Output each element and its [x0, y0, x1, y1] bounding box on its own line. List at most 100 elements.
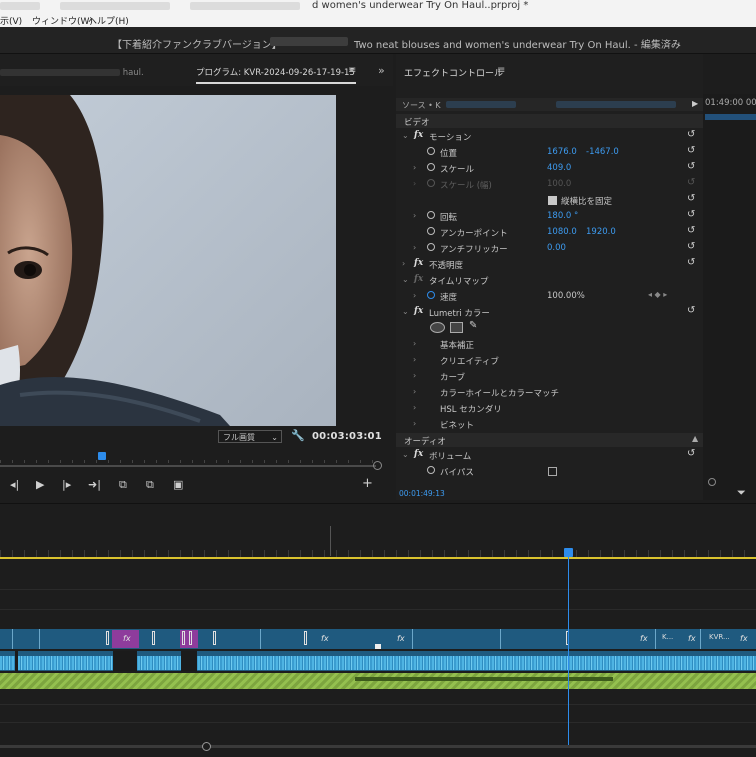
chevron-down-icon[interactable]: ⌄ — [402, 450, 409, 459]
param-bypass[interactable]: バイパス — [396, 464, 703, 480]
chevron-right-icon[interactable]: › — [413, 163, 416, 172]
chevron-right-icon[interactable]: › — [413, 243, 416, 252]
clip-marker[interactable] — [304, 631, 307, 645]
antiflicker-value[interactable]: 0.00 — [547, 243, 566, 253]
stopwatch-icon[interactable] — [427, 211, 435, 219]
tab-effect-controls[interactable]: エフェクトコントロール — [404, 66, 503, 79]
reset-icon[interactable]: ↺ — [687, 305, 695, 316]
param-speed[interactable]: › 速度 100.00% ◂ ◆ ▸ — [396, 289, 703, 305]
scale-value[interactable]: 409.0 — [547, 163, 571, 173]
playback-resolution-select[interactable]: フル画質 ⌄ — [218, 430, 282, 443]
effect-motion[interactable]: ⌄ fx モーション ↺ — [396, 129, 703, 145]
param-uniform-scale[interactable]: 縦横比を固定 ↺ — [396, 193, 703, 209]
timeline-panel[interactable]: fx fx fx fx fx fx K... KVR... — [0, 503, 756, 757]
reset-icon[interactable]: ↺ — [687, 161, 695, 172]
reset-icon[interactable]: ↺ — [687, 145, 695, 156]
uniform-scale-checkbox[interactable] — [548, 196, 557, 205]
stopwatch-icon[interactable] — [427, 147, 435, 155]
reset-icon[interactable]: ↺ — [687, 129, 695, 140]
fx-icon[interactable]: fx — [414, 130, 423, 140]
param-antiflicker[interactable]: › アンチフリッカー 0.00 ↺ — [396, 241, 703, 257]
step-forward-icon[interactable]: |▸ — [62, 478, 71, 491]
chevron-right-icon[interactable]: › — [413, 419, 416, 428]
reset-icon[interactable]: ↺ — [687, 448, 695, 459]
chevron-down-icon[interactable]: ⌄ — [402, 275, 409, 284]
effect-volume[interactable]: ⌄ fx ボリューム ↺ — [396, 448, 703, 464]
collapse-up-icon[interactable]: ▲ — [692, 434, 698, 443]
audio-track-green-clip[interactable] — [0, 673, 756, 689]
lumetri-color-wheels[interactable]: › カラーホイールとカラーマッチ — [396, 385, 703, 401]
reset-icon[interactable]: ↺ — [687, 257, 695, 268]
lumetri-hsl[interactable]: › HSL セカンダリ — [396, 401, 703, 417]
chevron-right-icon[interactable]: › — [413, 355, 416, 364]
chevron-right-icon[interactable]: › — [413, 211, 416, 220]
effect-opacity[interactable]: › fx 不透明度 ↺ — [396, 257, 703, 273]
lumetri-basic[interactable]: › 基本補正 — [396, 337, 703, 353]
chevron-right-icon[interactable]: › — [413, 291, 416, 300]
position-y-value[interactable]: -1467.0 — [586, 147, 619, 157]
param-anchor-point[interactable]: アンカーポイント 1080.0 1920.0 ↺ — [396, 225, 703, 241]
chevron-right-icon[interactable]: › — [413, 371, 416, 380]
clip-marker[interactable] — [182, 631, 185, 645]
menu-view[interactable]: 示(V) — [0, 14, 22, 27]
source-clip-bar[interactable]: ソース • K ▶ — [396, 98, 703, 111]
speed-value[interactable]: 100.00% — [547, 291, 585, 301]
fx-icon[interactable]: fx — [414, 306, 423, 316]
chevron-right-icon[interactable]: › — [413, 387, 416, 396]
position-x-value[interactable]: 1676.0 — [547, 147, 577, 157]
clip-marker[interactable] — [152, 631, 155, 645]
program-video-frame[interactable] — [0, 95, 336, 426]
reset-icon[interactable]: ↺ — [687, 241, 695, 252]
work-area-bar[interactable] — [0, 557, 756, 559]
lift-icon[interactable]: ⧉ — [119, 478, 127, 492]
program-timecode[interactable]: 00:03:03:01 — [312, 431, 382, 442]
scrubber-track[interactable] — [0, 465, 376, 467]
extract-icon[interactable]: ⧉ — [146, 478, 154, 492]
chevron-right-icon[interactable]: › — [413, 403, 416, 412]
clip-marker[interactable] — [213, 631, 216, 645]
stopwatch-icon[interactable] — [427, 163, 435, 171]
pen-mask-icon[interactable]: ✎ — [469, 320, 477, 331]
chevron-right-icon[interactable]: › — [402, 259, 405, 268]
effect-time-remapping[interactable]: ⌄ fx タイムリマップ — [396, 273, 703, 289]
go-to-out-icon[interactable]: ➜| — [88, 478, 101, 491]
keyframe-nav-icon[interactable]: ◂ ◆ ▸ — [648, 290, 667, 299]
rectangle-mask-icon[interactable] — [450, 322, 463, 333]
reset-icon[interactable]: ↺ — [687, 209, 695, 220]
ellipse-mask-icon[interactable] — [430, 322, 445, 333]
zoom-handle[interactable] — [708, 478, 716, 486]
fx-icon[interactable]: fx — [414, 449, 423, 459]
bypass-checkbox[interactable] — [548, 467, 557, 476]
param-rotation[interactable]: › 回転 180.0 ° ↺ — [396, 209, 703, 225]
chevron-down-icon[interactable]: ⌄ — [402, 131, 409, 140]
export-frame-icon[interactable]: ▣ — [173, 478, 183, 491]
menu-help[interactable]: ヘルプ(H) — [88, 14, 129, 27]
step-back-icon[interactable]: ◂| — [10, 478, 19, 491]
lumetri-creative[interactable]: › クリエイティブ — [396, 353, 703, 369]
stopwatch-icon[interactable] — [427, 291, 435, 299]
panel-menu-icon[interactable]: ≡ — [348, 65, 356, 76]
clip-marker[interactable] — [375, 644, 381, 649]
anchor-x-value[interactable]: 1080.0 — [547, 227, 577, 237]
clip-marker[interactable] — [189, 631, 192, 645]
effect-lumetri[interactable]: ⌄ fx Lumetri カラー ↺ — [396, 305, 703, 321]
lumetri-curves[interactable]: › カーブ — [396, 369, 703, 385]
stopwatch-icon[interactable] — [427, 466, 435, 474]
anchor-y-value[interactable]: 1920.0 — [586, 227, 616, 237]
lumetri-vignette[interactable]: › ビネット — [396, 417, 703, 433]
rotation-value[interactable]: 180.0 ° — [547, 211, 578, 221]
timeline-playhead-line[interactable] — [568, 548, 569, 746]
reset-icon[interactable]: ↺ — [687, 225, 695, 236]
timeline-horizontal-scrollbar[interactable] — [0, 745, 756, 748]
stopwatch-icon[interactable] — [427, 243, 435, 251]
panel-overflow-icon[interactable]: » — [378, 64, 385, 77]
panel-menu-icon[interactable]: ≡ — [497, 65, 505, 76]
play-icon[interactable]: ▶ — [36, 478, 44, 491]
playhead-handle[interactable] — [98, 452, 106, 460]
timeline-zoom-handle[interactable] — [202, 742, 211, 751]
current-time-label[interactable]: 00:01:49:13 — [399, 489, 445, 498]
stopwatch-icon[interactable] — [427, 227, 435, 235]
tab-source[interactable]: haul. — [0, 68, 144, 78]
chevron-down-icon[interactable]: ⌄ — [402, 307, 409, 316]
program-scrubber[interactable] — [0, 452, 393, 470]
